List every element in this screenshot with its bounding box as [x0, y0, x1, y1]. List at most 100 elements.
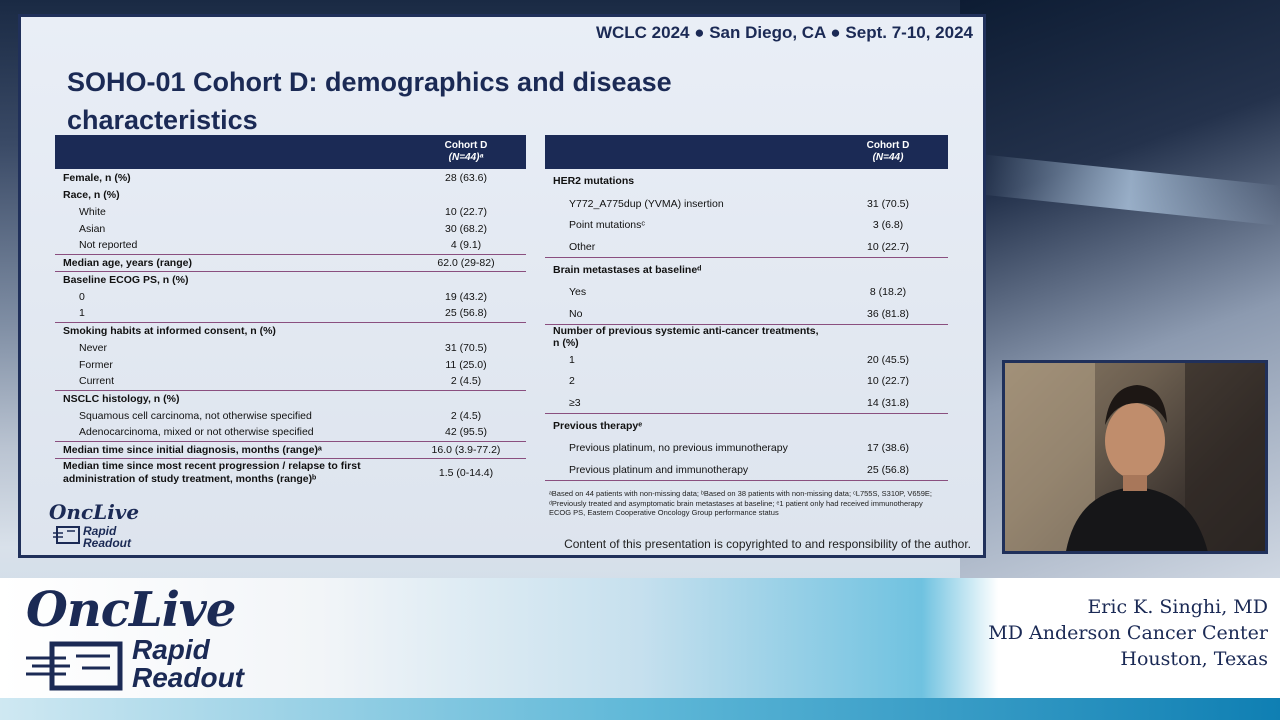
row-label: Never	[79, 341, 108, 354]
header-n-label: (N=44)ᵃ	[448, 152, 484, 163]
table-row: Point mutationsᶜ 3 (6.8)	[545, 215, 948, 237]
row-value: 1.5 (0-14.4)	[406, 457, 526, 488]
brand-rapid: Rapid	[132, 634, 210, 665]
row-label: Yes	[569, 286, 587, 299]
table-row: Previous platinum, no previous immunothe…	[545, 438, 948, 460]
table-row: Previous platinum and immunotherapy 25 (…	[545, 459, 948, 481]
row-label: Female, n (%)	[63, 171, 131, 184]
row-value	[406, 389, 526, 407]
slide-title: SOHO-01 Cohort D: demographics and disea…	[67, 67, 672, 135]
row-value: 11 (25.0)	[445, 358, 487, 371]
row-label: Point mutationsᶜ	[569, 219, 646, 232]
row-value: 20 (45.5)	[866, 353, 910, 366]
row-label: Y772_A775dup (YVMA) insertion	[569, 197, 724, 210]
row-value	[406, 270, 526, 288]
row-label: HER2 mutations	[553, 175, 635, 187]
row-label: Baseline ECOG PS, n (%)	[55, 270, 406, 288]
row-label: Current	[79, 375, 115, 388]
footnote-text: ᵃBased on 44 patients with non-missing d…	[549, 489, 932, 508]
row-value: 25 (56.8)	[866, 463, 910, 476]
row-value	[828, 324, 948, 349]
row-value: 30 (68.2)	[444, 222, 488, 235]
demographics-table: Cohort D (N=44)ᵃ Female, n (%) 28 (63.6)…	[55, 135, 526, 488]
row-value: 4 (9.1)	[450, 239, 482, 252]
table-row: Previous therapyᵉ	[545, 413, 948, 438]
table-header-blank	[55, 135, 406, 169]
row-value: 10 (22.7)	[444, 205, 488, 218]
row-label: NSCLC histology, n (%)	[55, 389, 406, 407]
row-label: Previous platinum, no previous immunothe…	[569, 442, 788, 455]
brand-readout: Readout	[132, 662, 244, 693]
row-label: Median age, years (range)	[55, 253, 406, 271]
conference-banner: WCLC 2024 ● San Diego, CA ● Sept. 7-10, …	[595, 23, 973, 42]
onclive-rapid-readout-logo: OncLive Rapid Readout	[22, 582, 302, 698]
brand-rapid-readout-text: Rapid Readout	[132, 636, 244, 692]
table-row: Adenocarcinoma, mixed or not otherwise s…	[55, 424, 526, 441]
logo-readout: Readout	[83, 536, 131, 550]
row-value: 42 (95.5)	[444, 426, 488, 439]
table-row: Median age, years (range) 62.0 (29-82)	[55, 253, 526, 271]
row-value: 2 (4.5)	[450, 375, 482, 388]
footnote-abbreviation: ECOG PS, Eastern Cooperative Oncology Gr…	[549, 508, 779, 517]
disease-characteristics-table: Cohort D (N=44) HER2 mutations Y772_A775…	[545, 135, 948, 481]
header-cohort-label: Cohort D	[444, 140, 488, 151]
row-label: Smoking habits at informed consent, n (%…	[55, 321, 406, 339]
row-value	[406, 186, 526, 203]
table-row: Number of previous systemic anti-cancer …	[545, 324, 948, 349]
table-row: Squamous cell carcinoma, not otherwise s…	[55, 407, 526, 424]
row-label: Number of previous systemic anti-cancer …	[545, 324, 828, 349]
row-label: Asian	[79, 222, 106, 235]
table-row: Brain metastases at baselineᵈ	[545, 257, 948, 282]
row-value: 17 (38.6)	[866, 442, 910, 455]
speaker-video	[1002, 360, 1268, 554]
table-row: ≥3 14 (31.8)	[545, 392, 948, 414]
table-row: Yes 8 (18.2)	[545, 282, 948, 304]
row-value: 25 (56.8)	[444, 307, 488, 320]
row-value: 31 (70.5)	[444, 341, 488, 354]
slide-onclive-logo: OncLive Rapid Readout	[49, 501, 159, 551]
table-header-cohort: Cohort D (N=44)	[828, 135, 948, 169]
row-label: Previous platinum and immunotherapy	[569, 463, 749, 476]
row-label: 1	[79, 307, 85, 320]
row-label: No	[569, 307, 583, 320]
row-value: 8 (18.2)	[869, 286, 907, 299]
table-row: No 36 (81.8)	[545, 303, 948, 325]
row-value: 14 (31.8)	[866, 396, 910, 409]
row-value	[406, 321, 526, 339]
speaker-institution: MD Anderson Cancer Center	[988, 622, 1268, 644]
table-row: Race, n (%)	[55, 186, 526, 203]
row-value: 31 (70.5)	[866, 197, 910, 210]
row-label: Adenocarcinoma, mixed or not otherwise s…	[79, 426, 314, 439]
table-row: Former 11 (25.0)	[55, 356, 526, 373]
row-label: Race, n (%)	[63, 188, 120, 201]
table-row: 2 10 (22.7)	[545, 371, 948, 393]
table-header-cohort: Cohort D (N=44)ᵃ	[406, 135, 526, 169]
row-label: Not reported	[79, 239, 138, 252]
header-n-label: (N=44)	[872, 152, 904, 163]
row-label: Squamous cell carcinoma, not otherwise s…	[79, 409, 312, 422]
row-value: 19 (43.2)	[444, 290, 488, 303]
rapid-readout-icon	[26, 641, 123, 691]
rapid-readout-icon	[53, 526, 80, 544]
table-row: Y772_A775dup (YVMA) insertion 31 (70.5)	[545, 193, 948, 215]
table-row: Not reported 4 (9.1)	[55, 237, 526, 254]
table-row: Never 31 (70.5)	[55, 339, 526, 356]
row-label: Other	[569, 240, 596, 253]
row-label: 1	[569, 353, 575, 366]
row-label: Former	[79, 358, 113, 371]
speaker-info: Eric K. Singhi, MD MD Anderson Cancer Ce…	[988, 594, 1268, 672]
footnotes: ᵃBased on 44 patients with non-missing d…	[549, 489, 949, 518]
row-value: 62.0 (29-82)	[406, 253, 526, 271]
row-value: 28 (63.6)	[444, 171, 488, 184]
logo-rapid-readout-text: Rapid Readout	[83, 525, 131, 549]
table-row: Baseline ECOG PS, n (%)	[55, 270, 526, 288]
brand-onclive-text: OncLive	[26, 582, 236, 638]
row-label: ≥3	[569, 396, 581, 409]
table-row: 1 25 (56.8)	[55, 305, 526, 322]
table-row: Asian 30 (68.2)	[55, 220, 526, 237]
row-label: White	[79, 205, 106, 218]
row-value	[828, 257, 948, 282]
table-row: Median time since initial diagnosis, mon…	[55, 440, 526, 458]
copyright-notice: Content of this presentation is copyrigh…	[564, 537, 971, 551]
table-row: HER2 mutations	[545, 169, 948, 193]
